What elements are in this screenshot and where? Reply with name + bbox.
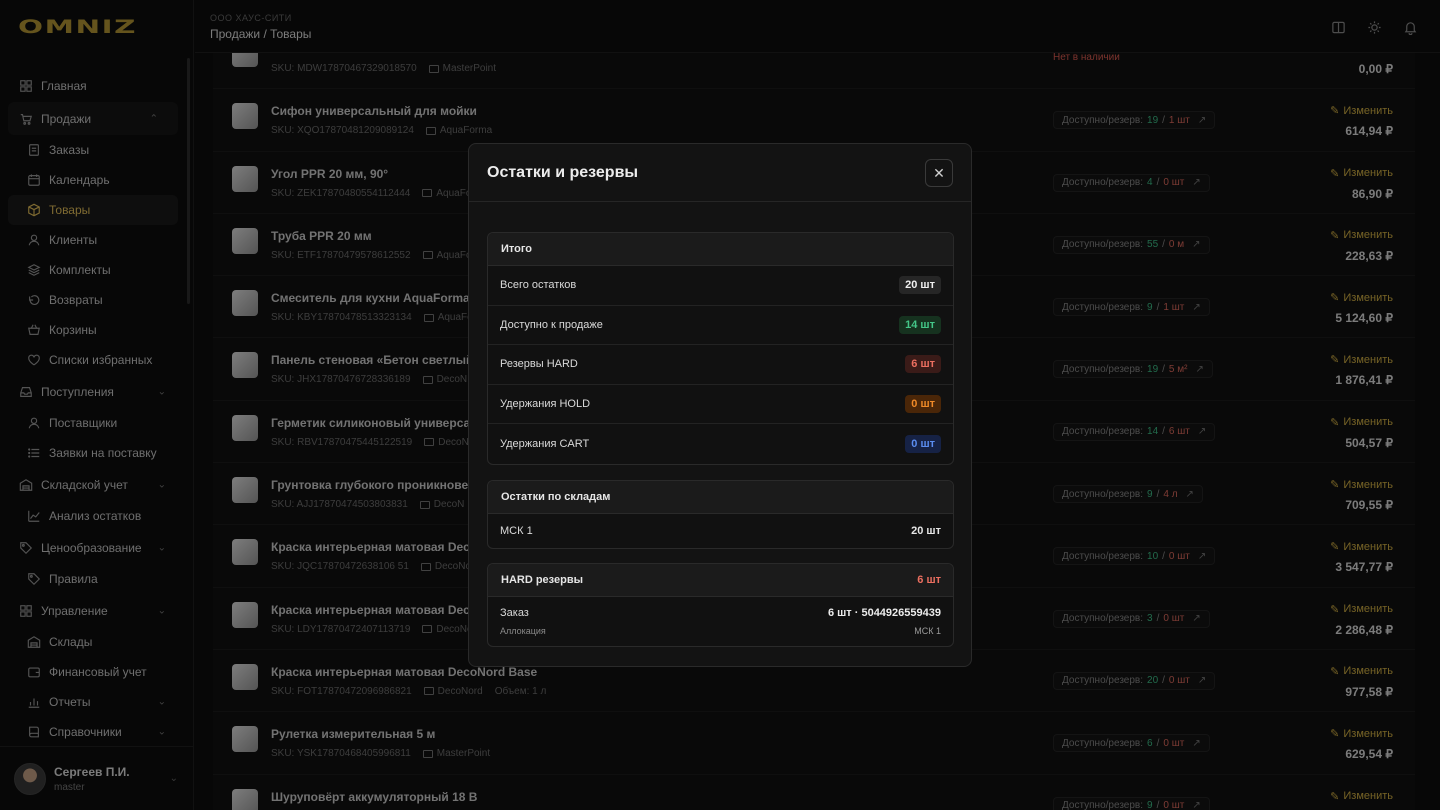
summary-row-hold: Удержания HOLD 0 шт xyxy=(488,385,953,425)
hard-reserves-card: HARD резервы 6 шт Заказ Аллокация 6 шт ·… xyxy=(487,563,954,647)
hard-reserves-header: HARD резервы 6 шт xyxy=(488,564,953,597)
close-icon: ✕ xyxy=(933,164,945,181)
summary-card: Итого Всего остатков 20 шт Доступно к пр… xyxy=(487,232,954,465)
total-badge: 20 шт xyxy=(899,276,941,295)
warehouses-card: Остатки по складам МСК 1 20 шт xyxy=(487,480,954,549)
app-window: OMNIZ Главная Продажи ⌃ Заказы Календарь Това… xyxy=(0,0,1440,810)
summary-row-available: Доступно к продаже 14 шт xyxy=(488,306,953,346)
stock-reserves-modal: Остатки и резервы ✕ Итого Всего остатков… xyxy=(468,143,972,667)
warehouses-header: Остатки по складам xyxy=(488,481,953,514)
hard-reserves-count: 6 шт xyxy=(917,574,941,586)
summary-row-hard: Резервы HARD 6 шт xyxy=(488,345,953,385)
modal-header: Остатки и резервы ✕ xyxy=(469,144,971,202)
summary-row-total: Всего остатков 20 шт xyxy=(488,266,953,306)
hold-badge: 0 шт xyxy=(905,395,941,414)
warehouse-row: МСК 1 20 шт xyxy=(500,525,941,537)
cart-badge: 0 шт xyxy=(905,435,941,454)
available-badge: 14 шт xyxy=(899,315,941,334)
reserve-order-row[interactable]: Заказ Аллокация 6 шт · 5044926559439 МСК… xyxy=(488,597,953,646)
close-button[interactable]: ✕ xyxy=(925,159,953,187)
order-reference[interactable]: 6 шт · 5044926559439 xyxy=(828,607,941,619)
summary-header: Итого xyxy=(488,233,953,266)
modal-title: Остатки и резервы xyxy=(487,164,639,181)
summary-row-cart: Удержания CART 0 шт xyxy=(488,424,953,464)
hard-badge: 6 шт xyxy=(905,355,941,374)
